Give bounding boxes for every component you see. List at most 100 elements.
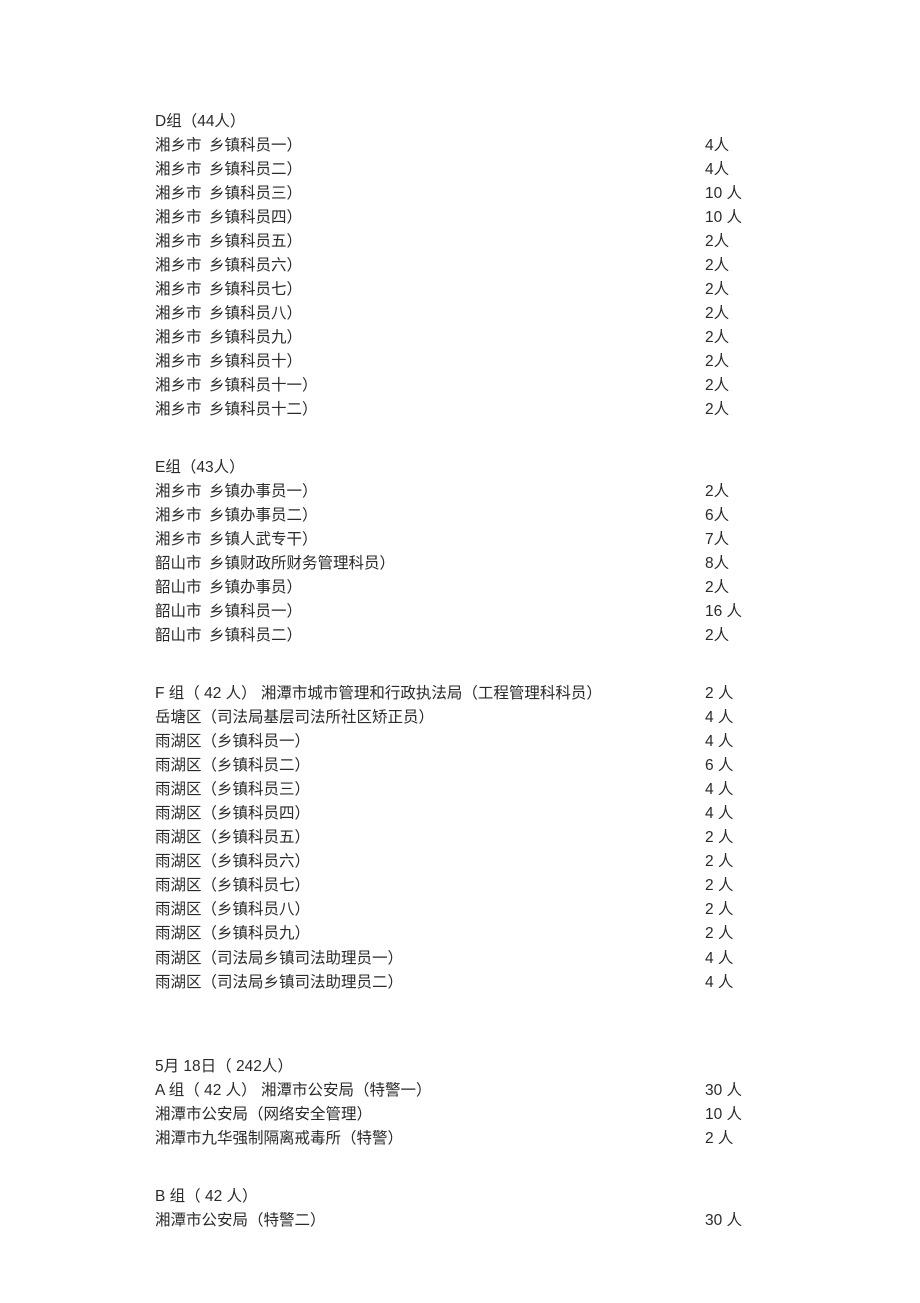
table-row: 湘潭市九华强制隔离戒毒所（特警）2 人 [155, 1127, 765, 1151]
region-cell: 湘乡市 [155, 254, 209, 278]
count-cell: 2 人 [705, 898, 765, 922]
region-cell: 湘乡市 [155, 278, 209, 302]
group-a-header: A 组（ 42 人） 湘潭市公安局（特警一）30 人 [155, 1079, 765, 1103]
desc-cell: 湘潭市九华强制隔离戒毒所（特警） [155, 1127, 705, 1151]
table-row: 岳塘区（司法局基层司法所社区矫正员）4 人 [155, 706, 765, 730]
table-row: 湘乡市乡镇科员十一）2人 [155, 374, 765, 398]
table-row: 湘乡市乡镇科员五）2人 [155, 230, 765, 254]
desc-cell: 雨湖区（乡镇科员四） [155, 802, 705, 826]
count-cell: 10 人 [705, 1103, 765, 1127]
desc-cell: 乡镇办事员） [209, 576, 705, 600]
table-row: 湘乡市乡镇科员七）2人 [155, 278, 765, 302]
table-row: 湘乡市乡镇办事员二）6人 [155, 504, 765, 528]
desc-cell: 雨湖区（乡镇科员六） [155, 850, 705, 874]
desc-cell: 雨湖区（乡镇科员五） [155, 826, 705, 850]
desc-cell: 雨湖区（乡镇科员二） [155, 754, 705, 778]
table-row: 湘乡市乡镇科员八）2人 [155, 302, 765, 326]
region-cell: 湘乡市 [155, 398, 209, 422]
region-cell: 湘乡市 [155, 230, 209, 254]
table-row: 湘乡市乡镇办事员一）2人 [155, 480, 765, 504]
table-row: 雨湖区（乡镇科员五）2 人 [155, 826, 765, 850]
desc-cell: 雨湖区（乡镇科员一） [155, 730, 705, 754]
count-cell: 2人 [705, 624, 765, 648]
table-row: 湘乡市乡镇科员十）2人 [155, 350, 765, 374]
region-cell: 韶山市 [155, 600, 209, 624]
table-row: 湘乡市乡镇科员十二）2人 [155, 398, 765, 422]
desc-cell: 雨湖区（乡镇科员三） [155, 778, 705, 802]
count-cell: 10 人 [705, 206, 765, 230]
region-cell: 湘乡市 [155, 374, 209, 398]
count-cell: 2人 [705, 278, 765, 302]
desc-cell: 乡镇科员十二） [209, 398, 705, 422]
table-row: 湘潭市公安局（网络安全管理）10 人 [155, 1103, 765, 1127]
region-cell: 湘乡市 [155, 134, 209, 158]
region-cell: 湘乡市 [155, 504, 209, 528]
desc-cell: 乡镇科员八） [209, 302, 705, 326]
desc-cell: 乡镇科员五） [209, 230, 705, 254]
count-cell: 2人 [705, 230, 765, 254]
table-row: 雨湖区（乡镇科员二）6 人 [155, 754, 765, 778]
count-cell: 2人 [705, 254, 765, 278]
desc-cell: 乡镇人武专干） [209, 528, 705, 552]
desc-cell: 雨湖区（司法局乡镇司法助理员一） [155, 947, 705, 971]
desc-cell: 乡镇科员十一） [209, 374, 705, 398]
desc-cell: 乡镇办事员一） [209, 480, 705, 504]
region-cell: 韶山市 [155, 576, 209, 600]
count-cell: 4 人 [705, 947, 765, 971]
count-cell: 6 人 [705, 754, 765, 778]
table-row: 湘乡市乡镇科员四）10 人 [155, 206, 765, 230]
table-row: 韶山市乡镇办事员）2人 [155, 576, 765, 600]
group-b-header: B 组（ 42 人） [155, 1185, 765, 1209]
desc-cell: 湘潭市公安局（网络安全管理） [155, 1103, 705, 1127]
count-cell: 2 人 [705, 826, 765, 850]
count-cell: 8人 [705, 552, 765, 576]
desc-cell: 湘潭市公安局（特警二） [155, 1209, 705, 1233]
region-cell: 湘乡市 [155, 158, 209, 182]
count-cell: 30 人 [705, 1079, 765, 1103]
count-cell: 2人 [705, 576, 765, 600]
table-row: 湘乡市乡镇科员一）4人 [155, 134, 765, 158]
region-cell: 湘乡市 [155, 182, 209, 206]
region-cell: 湘乡市 [155, 350, 209, 374]
region-cell: 韶山市 [155, 624, 209, 648]
count-cell: 16 人 [705, 600, 765, 624]
table-row: 湘乡市乡镇科员三）10 人 [155, 182, 765, 206]
desc-cell: 乡镇办事员二） [209, 504, 705, 528]
table-row: 韶山市乡镇财政所财务管理科员）8人 [155, 552, 765, 576]
date-header: 5月 18日（ 242人） [155, 1055, 765, 1079]
table-row: 雨湖区（乡镇科员一）4 人 [155, 730, 765, 754]
count-cell: 7人 [705, 528, 765, 552]
desc-cell: 雨湖区（乡镇科员九） [155, 922, 705, 946]
count-cell: 2 人 [705, 874, 765, 898]
desc-cell: 乡镇科员三） [209, 182, 705, 206]
count-cell: 4 人 [705, 971, 765, 995]
count-cell: 4人 [705, 134, 765, 158]
desc-cell: 乡镇科员一） [209, 134, 705, 158]
count-cell: 2 人 [705, 922, 765, 946]
table-row: 雨湖区（司法局乡镇司法助理员二）4 人 [155, 971, 765, 995]
count-cell: 4人 [705, 158, 765, 182]
table-row: 雨湖区（乡镇科员八）2 人 [155, 898, 765, 922]
table-row: 雨湖区（乡镇科员四）4 人 [155, 802, 765, 826]
desc-cell: 乡镇科员六） [209, 254, 705, 278]
desc-cell: 雨湖区（司法局乡镇司法助理员二） [155, 971, 705, 995]
count-cell: 2人 [705, 480, 765, 504]
group-e-header: E组（43人） [155, 456, 765, 480]
region-cell: 韶山市 [155, 552, 209, 576]
count-cell: 4 人 [705, 706, 765, 730]
region-cell: 湘乡市 [155, 528, 209, 552]
table-row: 雨湖区（司法局乡镇司法助理员一）4 人 [155, 947, 765, 971]
count-cell: 2人 [705, 398, 765, 422]
table-row: 雨湖区（乡镇科员九）2 人 [155, 922, 765, 946]
table-row: 韶山市乡镇科员一）16 人 [155, 600, 765, 624]
count-cell: 2人 [705, 374, 765, 398]
table-row: 湘乡市乡镇科员六）2人 [155, 254, 765, 278]
group-f-header: F 组（ 42 人） 湘潭市城市管理和行政执法局（工程管理科科员）2 人 [155, 682, 765, 706]
count-cell: 2 人 [705, 850, 765, 874]
table-row: 雨湖区（乡镇科员三）4 人 [155, 778, 765, 802]
desc-cell: 雨湖区（乡镇科员八） [155, 898, 705, 922]
desc-cell: F 组（ 42 人） 湘潭市城市管理和行政执法局（工程管理科科员） [155, 682, 705, 706]
document-page: D组（44人） 湘乡市乡镇科员一）4人 湘乡市乡镇科员二）4人 湘乡市乡镇科员三… [0, 0, 920, 1303]
desc-cell: 乡镇科员二） [209, 158, 705, 182]
table-row: 湘潭市公安局（特警二）30 人 [155, 1209, 765, 1233]
